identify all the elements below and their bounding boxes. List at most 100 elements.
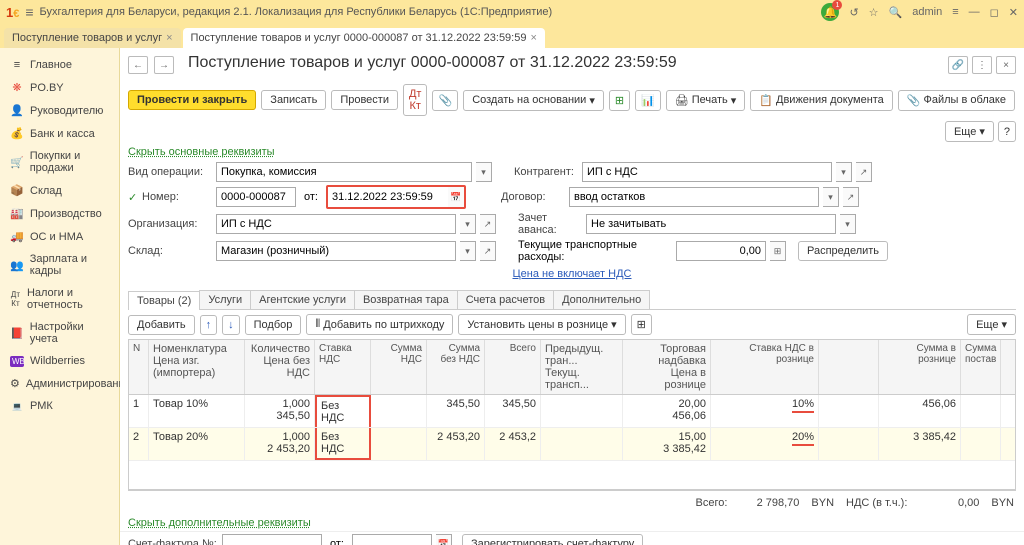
main-toolbar: Провести и закрыть Записать Провести ДтК… [120, 82, 1024, 144]
distribute-button[interactable]: Распределить [798, 241, 888, 261]
barcode-button[interactable]: ⦀ Добавить по штрихкоду [306, 314, 453, 335]
sidebar-item-settings[interactable]: 📕Настройки учета [0, 316, 119, 350]
person-icon: 👤 [10, 104, 24, 117]
dropdown-icon[interactable]: ▾ [476, 162, 492, 182]
number-input[interactable] [216, 187, 296, 207]
sidebar-item-director[interactable]: 👤Руководителю [0, 99, 119, 122]
open-icon[interactable]: ↗ [480, 241, 496, 261]
sidebar-item-admin[interactable]: ⚙Администрирование [0, 372, 119, 395]
cloud-files-button[interactable]: 📎 Файлы в облаке [898, 90, 1015, 111]
tab-agent[interactable]: Агентские услуги [250, 290, 355, 309]
tab-document[interactable]: Поступление товаров и услуг 0000-000087 … [183, 28, 545, 48]
dropdown-icon[interactable]: ▾ [840, 214, 856, 234]
sidebar-item-wildberries[interactable]: WBWildberries [0, 350, 119, 372]
save-button[interactable]: Записать [261, 90, 326, 110]
forward-button[interactable]: → [154, 56, 174, 74]
calendar-icon[interactable]: 📅 [448, 187, 464, 207]
grid-row[interactable]: 2 Товар 20% 1,0002 453,20 Без НДС 2 453,… [129, 428, 1015, 461]
grid-settings-icon[interactable]: ⊞ [631, 314, 652, 335]
dropdown-icon[interactable]: ▾ [836, 162, 852, 182]
close-doc-icon[interactable]: × [996, 56, 1016, 74]
create-basis-button[interactable]: Создать на основании ▾ [463, 90, 604, 111]
menu-icon[interactable]: ≡ [25, 4, 33, 20]
toggle-extra-req-link[interactable]: Скрыть дополнительные реквизиты [120, 515, 1024, 531]
from-label: от: [304, 191, 318, 203]
tab-additional[interactable]: Дополнительно [553, 290, 650, 309]
sidebar-item-buy-sell[interactable]: 🛒Покупки и продажи [0, 145, 119, 179]
date-input[interactable] [328, 187, 448, 207]
user-label: admin [912, 6, 942, 18]
move-down-icon[interactable]: ↓ [222, 315, 240, 335]
dropdown-icon[interactable]: ▾ [460, 241, 476, 261]
tab-accounts[interactable]: Счета расчетов [457, 290, 554, 309]
open-icon[interactable]: ↗ [480, 214, 496, 234]
tab-list[interactable]: Поступление товаров и услуг× [4, 28, 181, 48]
select-button[interactable]: Подбор [245, 315, 302, 335]
dt-kt-icon[interactable]: ДтКт [403, 84, 428, 116]
grid-row[interactable]: 1 Товар 10% 1,000345,50 Без НДС 345,50 3… [129, 395, 1015, 428]
invoice-number-input[interactable] [222, 534, 322, 545]
contragent-input[interactable] [582, 162, 832, 182]
price-note-link[interactable]: Цена не включает НДС [513, 268, 632, 280]
advance-input[interactable] [586, 214, 836, 234]
movements-button[interactable]: 📋 Движения документа [750, 90, 893, 111]
tab-tare[interactable]: Возвратная тара [354, 290, 458, 309]
back-button[interactable]: ← [128, 56, 148, 74]
print-button[interactable]: 🖨 Печать ▾ [666, 90, 746, 111]
sidebar-item-main[interactable]: ≡Главное [0, 54, 119, 76]
sidebar-item-salary[interactable]: 👥Зарплата и кадры [0, 248, 119, 282]
report-icon[interactable]: 📊 [635, 90, 661, 111]
more-button[interactable]: Еще ▾ [945, 121, 994, 142]
maximize-icon[interactable]: ◻ [990, 6, 999, 19]
toggle-main-req-link[interactable]: Скрыть основные реквизиты [120, 144, 1024, 160]
dropdown-icon[interactable]: ▾ [460, 214, 476, 234]
document-content: ← → Поступление товаров и услуг 0000-000… [120, 48, 1024, 545]
post-close-button[interactable]: Провести и закрыть [128, 90, 256, 110]
open-icon[interactable]: ↗ [843, 187, 859, 207]
register-invoice-button[interactable]: Зарегистрировать счет-фактуру [462, 534, 643, 545]
minimize-icon[interactable]: — [969, 6, 980, 18]
attach-icon[interactable]: 📎 [432, 90, 458, 111]
gear-icon: ⚙ [10, 377, 20, 390]
warehouse-input[interactable] [216, 241, 456, 261]
tab-goods[interactable]: Товары (2) [128, 291, 200, 310]
sidebar-item-poby[interactable]: ❋PO.BY [0, 76, 119, 99]
sidebar-item-bank[interactable]: 💰Банк и касса [0, 122, 119, 145]
add-row-button[interactable]: Добавить [128, 315, 195, 335]
sidebar-item-rmk[interactable]: 💻РМК [0, 395, 119, 417]
close-icon[interactable]: × [530, 32, 536, 44]
close-window-icon[interactable]: ✕ [1009, 6, 1018, 19]
retail-prices-button[interactable]: Установить цены в рознице ▾ [458, 314, 625, 335]
calc-icon[interactable]: ⊞ [770, 241, 786, 261]
footer-form: Счет-фактура №: от: 📅 Зарегистрировать с… [120, 531, 1024, 545]
sidebar-item-assets[interactable]: 🚚ОС и НМА [0, 225, 119, 248]
sidebar-item-warehouse[interactable]: 📦Склад [0, 179, 119, 202]
contract-input[interactable] [569, 187, 819, 207]
transport-input[interactable] [676, 241, 766, 261]
star-icon[interactable]: ☆ [869, 6, 879, 19]
help-icon[interactable]: ? [998, 121, 1016, 142]
more-header-icon[interactable]: ⋮ [972, 56, 992, 74]
move-up-icon[interactable]: ↑ [200, 315, 218, 335]
open-icon[interactable]: ↗ [856, 162, 872, 182]
excel-icon[interactable]: ⊞ [609, 90, 630, 111]
horizontal-scrollbar[interactable] [128, 490, 1016, 491]
document-title: Поступление товаров и услуг 0000-000087 … [180, 52, 685, 78]
sidebar-item-tax[interactable]: ДтКтНалоги и отчетность [0, 282, 119, 316]
link-icon[interactable]: 🔗 [948, 56, 968, 74]
notifications-icon[interactable]: 🔔1 [821, 3, 839, 21]
tab-services[interactable]: Услуги [199, 290, 251, 309]
search-icon[interactable]: 🔍 [889, 6, 903, 19]
settings-icon[interactable]: ≡ [952, 6, 958, 18]
org-input[interactable] [216, 214, 456, 234]
calendar-icon[interactable]: 📅 [436, 534, 452, 545]
sidebar-item-production[interactable]: 🏭Производство [0, 202, 119, 225]
close-icon[interactable]: × [166, 32, 172, 44]
post-button[interactable]: Провести [331, 90, 398, 110]
grid-more-button[interactable]: Еще ▾ [967, 314, 1016, 335]
history-icon[interactable]: ↺ [849, 6, 858, 19]
op-type-select[interactable] [216, 162, 472, 182]
dropdown-icon[interactable]: ▾ [823, 187, 839, 207]
nav-sidebar: ≡Главное ❋PO.BY 👤Руководителю 💰Банк и ка… [0, 48, 120, 545]
invoice-date-input[interactable] [352, 534, 432, 545]
